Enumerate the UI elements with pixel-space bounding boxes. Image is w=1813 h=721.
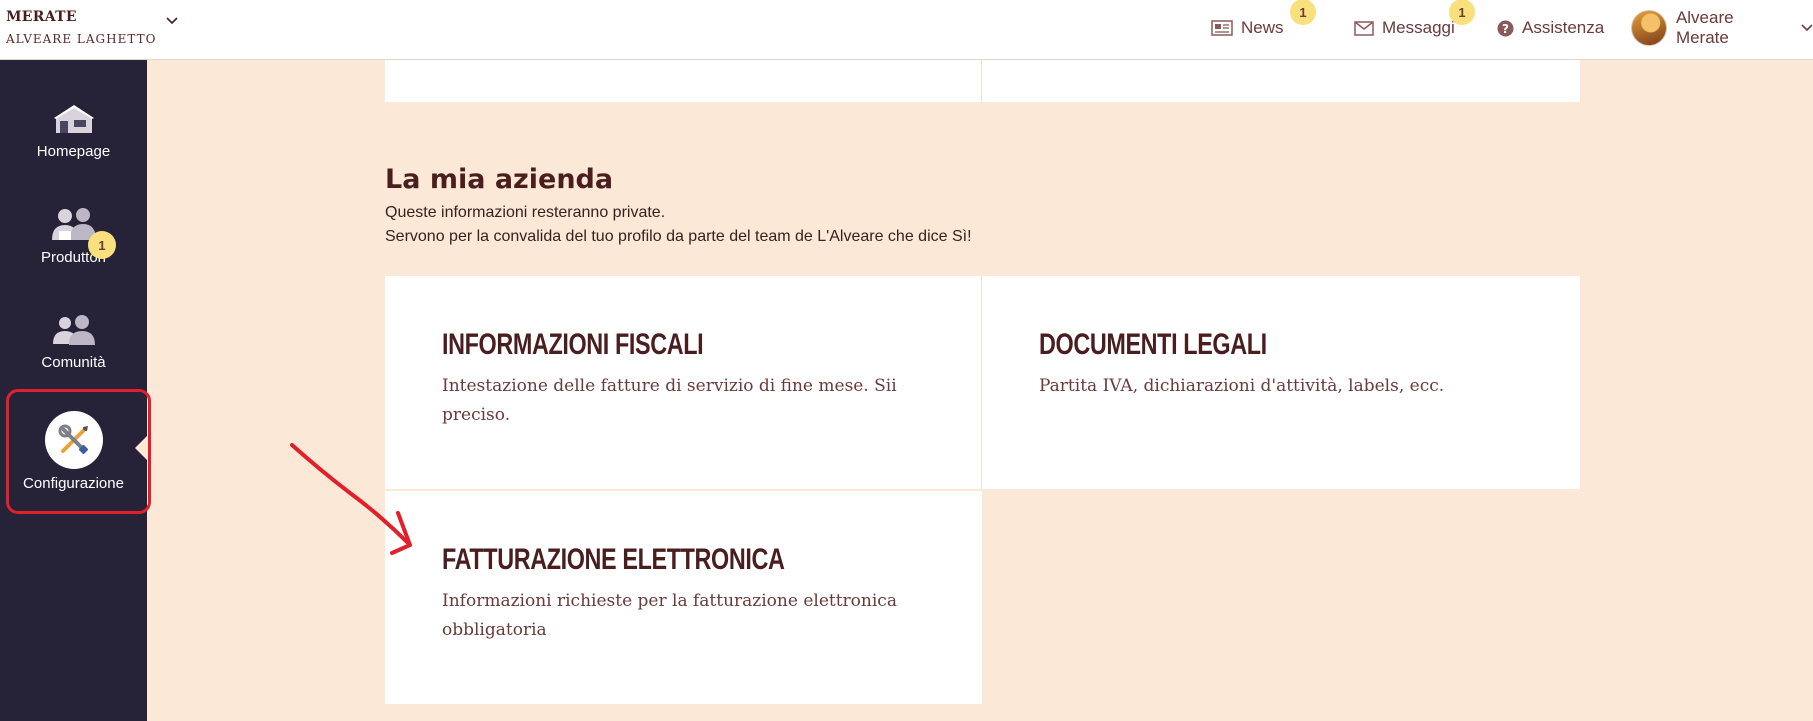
sidebar-item-label: Comunità: [41, 354, 106, 371]
user-name: Alveare Merate: [1675, 8, 1734, 47]
hive-switcher[interactable]: MERATE ALVEARE LAGHETTO: [6, 9, 156, 46]
previous-card-right: [982, 60, 1580, 102]
card-fatturazione-elettronica[interactable]: FATTURAZIONE ELETTRONICA Informazioni ri…: [385, 491, 982, 704]
card-documenti-legali[interactable]: DOCUMENTI LEGALI Partita IVA, dichiarazi…: [982, 276, 1580, 489]
news-badge: 1: [1290, 0, 1316, 25]
nav-news-label: News: [1241, 18, 1284, 37]
chevron-down-icon: [1801, 24, 1813, 32]
nav-help-label: Assistenza: [1522, 18, 1605, 37]
producers-badge: 1: [88, 231, 116, 259]
house-icon: [53, 105, 94, 133]
svg-text:?: ?: [1502, 22, 1509, 36]
avatar: [1631, 10, 1667, 46]
card-description: Partita IVA, dichiarazioni d'attività, l…: [1039, 376, 1445, 396]
annotation-arrow: [290, 443, 412, 555]
sidebar-item-homepage[interactable]: Homepage: [0, 103, 147, 160]
community-icon: [52, 315, 95, 345]
card-description: Intestazione delle fatture di servizio d…: [442, 376, 897, 425]
sidebar-item-label: Homepage: [36, 143, 111, 160]
section-subtitle-line-1: Queste informazioni resteranno private.: [385, 204, 666, 221]
annotation-highlight-box: [6, 389, 151, 514]
sidebar-item-comunita[interactable]: Comunità: [0, 314, 147, 371]
sidebar-item-label: Produttori: [40, 249, 107, 266]
section-subtitle: Queste informazioni resteranno private. …: [385, 201, 972, 249]
top-bar: MERATE ALVEARE LAGHETTO News 1 Messaggi …: [0, 0, 1813, 60]
envelope-icon: [1354, 20, 1374, 36]
previous-card-left: [385, 60, 982, 102]
hive-name: ALVEARE LAGHETTO: [6, 32, 157, 46]
nav-news[interactable]: News: [1211, 14, 1284, 42]
nav-help[interactable]: ? Assistenza: [1497, 14, 1604, 42]
card-title: DOCUMENTI LEGALI: [1039, 328, 1267, 361]
newspaper-icon: [1211, 20, 1233, 36]
card-title: FATTURAZIONE ELETTRONICA: [442, 543, 785, 576]
messages-badge: 1: [1449, 0, 1475, 25]
sidebar-item-produttori[interactable]: Produttori: [0, 207, 147, 266]
card-description: Informazioni richieste per la fatturazio…: [442, 591, 897, 640]
chevron-down-icon[interactable]: [166, 17, 178, 25]
section-subtitle-line-2: Servono per la convalida del tuo profilo…: [385, 228, 972, 245]
card-title: INFORMAZIONI FISCALI: [442, 328, 704, 361]
hive-city: MERATE: [6, 9, 77, 25]
section-title: La mia azienda: [385, 164, 614, 195]
card-informazioni-fiscali[interactable]: INFORMAZIONI FISCALI Intestazione delle …: [385, 276, 982, 489]
nav-messages-label: Messaggi: [1382, 18, 1455, 37]
help-icon: ?: [1497, 20, 1514, 36]
nav-messages[interactable]: Messaggi: [1354, 14, 1455, 42]
user-menu[interactable]: Alveare Merate: [1631, 8, 1813, 47]
